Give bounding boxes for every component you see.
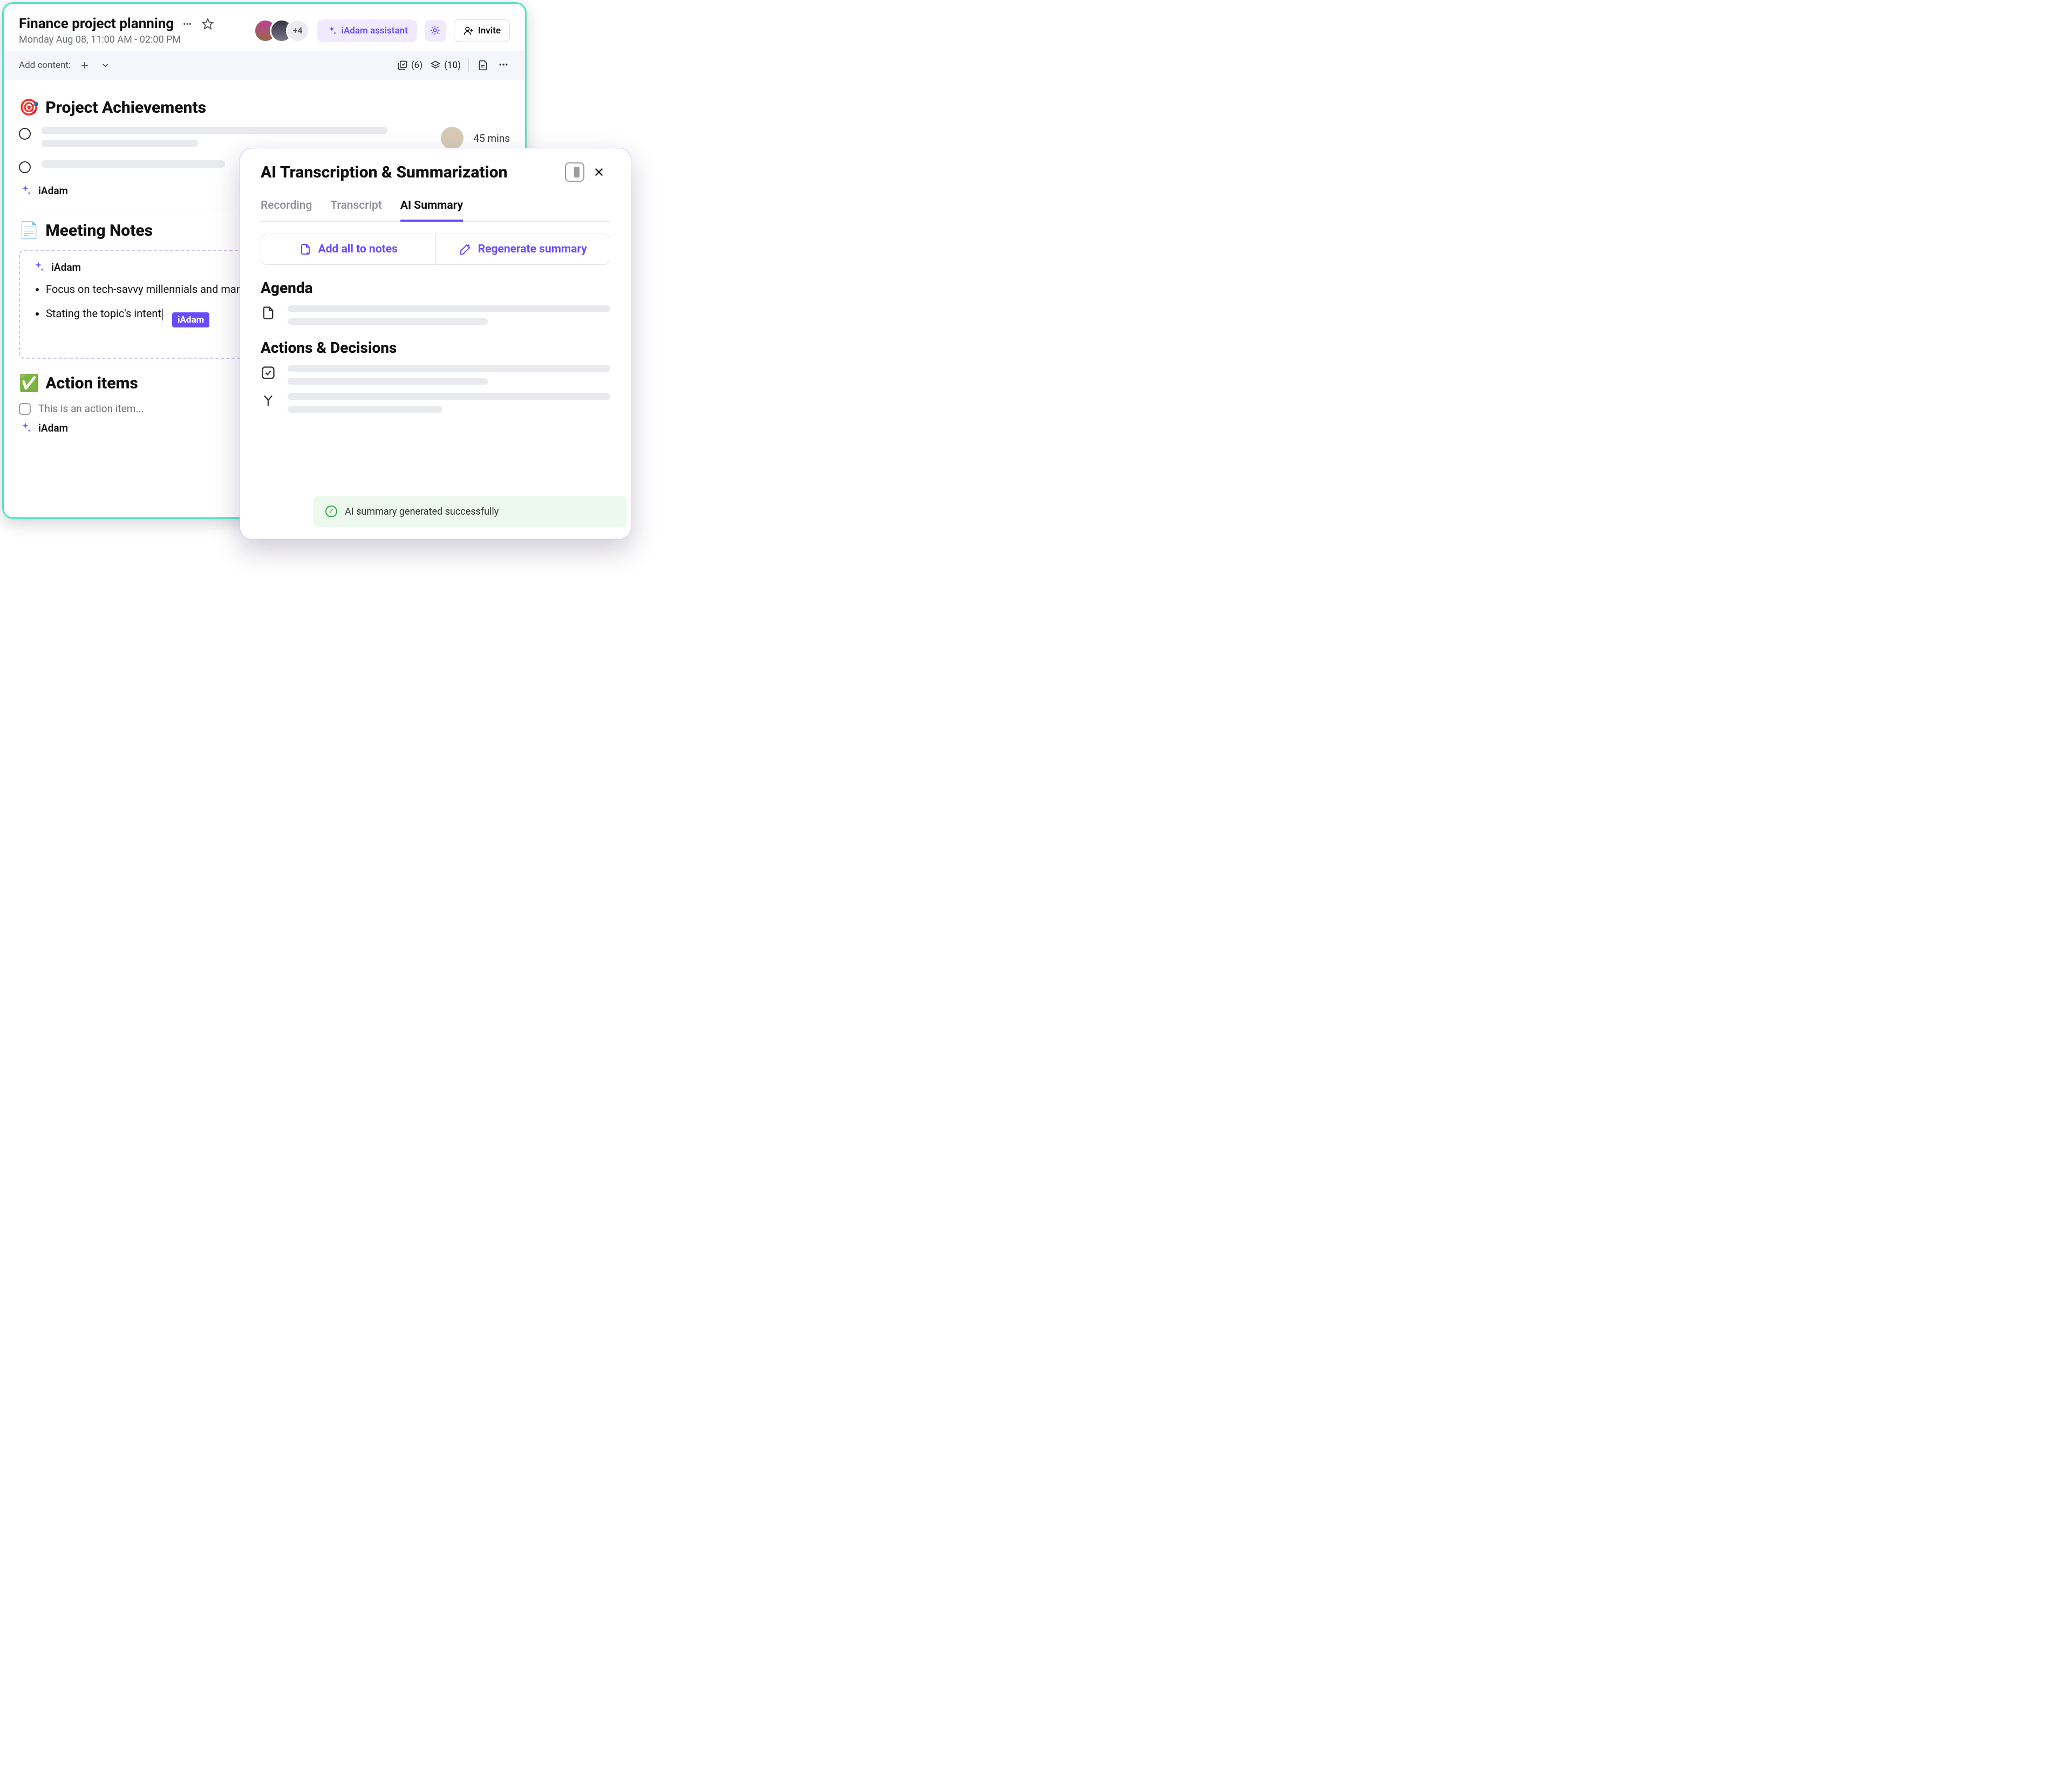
avatar[interactable]	[441, 127, 464, 149]
page-subtitle: Monday Aug 08, 11:00 AM - 02:00 PM	[19, 34, 246, 45]
radio-unchecked-icon[interactable]	[19, 128, 31, 140]
regenerate-summary-button[interactable]: Regenerate summary	[436, 234, 610, 264]
section-achievements-title: Project Achievements	[45, 98, 206, 117]
star-icon	[202, 18, 214, 30]
actions-decisions-heading: Actions & Decisions	[261, 339, 610, 357]
sparkle-icon	[19, 184, 32, 197]
iadam-label: iAdam	[38, 422, 68, 434]
panel-tabs: Recording Transcript AI Summary	[261, 195, 610, 222]
cards-count[interactable]: (6)	[397, 60, 422, 71]
regenerate-label: Regenerate summary	[478, 243, 587, 256]
assistant-button-label: iAdam assistant	[342, 25, 408, 36]
close-icon	[593, 166, 605, 178]
dots-icon: •••	[499, 60, 508, 71]
person-plus-icon	[463, 25, 474, 36]
check-emoji-icon: ✅	[19, 374, 39, 393]
tab-transcript[interactable]: Transcript	[330, 195, 381, 221]
cards-count-value: (6)	[411, 60, 422, 71]
notes-author: iAdam	[51, 261, 81, 274]
action-item-placeholder: This is an action item...	[38, 402, 144, 415]
inline-user-tag[interactable]: iAdam	[172, 312, 209, 327]
sparkle-icon	[32, 261, 45, 274]
gear-sparkle-icon	[430, 25, 441, 37]
plus-icon	[80, 60, 90, 70]
text-cursor	[162, 309, 163, 320]
more-menu-button[interactable]: •••	[180, 17, 194, 31]
agenda-item	[261, 305, 610, 325]
divider	[468, 58, 469, 72]
section-actions-title: Action items	[45, 374, 138, 393]
add-all-to-notes-button[interactable]: Add all to notes	[261, 234, 436, 264]
section-achievements-header: 🎯 Project Achievements	[19, 98, 510, 117]
add-content-button[interactable]	[78, 59, 91, 72]
checkbox-checked-icon	[261, 365, 276, 380]
participant-avatars[interactable]: +4	[254, 19, 310, 43]
layers-icon	[430, 60, 441, 71]
content-toolbar: Add content: (6) (10) •••	[4, 51, 525, 80]
duration-label: 45 mins	[473, 132, 510, 145]
cards-icon	[397, 60, 408, 71]
note-bullet-text: Stating the topic's intent	[46, 307, 161, 320]
checkbox-unchecked-icon[interactable]	[19, 403, 31, 415]
invite-button[interactable]: Invite	[454, 19, 510, 42]
decision-item	[261, 393, 610, 413]
tab-recording[interactable]: Recording	[261, 195, 312, 221]
page-title: Finance project planning	[19, 16, 174, 32]
panel-title: AI Transcription & Summarization	[261, 163, 556, 182]
ai-summary-panel: AI Transcription & Summarization Recordi…	[240, 148, 631, 539]
target-emoji-icon: 🎯	[19, 98, 39, 117]
sparkle-icon	[326, 25, 337, 36]
iadam-label: iAdam	[38, 184, 68, 197]
panel-header: AI Transcription & Summarization	[261, 162, 610, 182]
agenda-heading: Agenda	[261, 279, 610, 297]
header: Finance project planning ••• Monday Aug …	[4, 4, 525, 51]
close-button[interactable]	[593, 166, 610, 178]
add-content-label: Add content:	[19, 60, 71, 71]
avatar-more[interactable]: +4	[286, 19, 310, 43]
sidebar-toggle-button[interactable]	[565, 162, 584, 182]
favorite-button[interactable]	[201, 17, 215, 31]
file-plus-icon	[299, 243, 312, 256]
action-decision-item	[261, 365, 610, 385]
invite-button-label: Invite	[478, 25, 501, 36]
document-button[interactable]	[476, 59, 489, 72]
dots-icon: •••	[183, 19, 192, 29]
section-notes-title: Meeting Notes	[45, 221, 153, 240]
overflow-button[interactable]: •••	[497, 59, 510, 72]
placeholder-text	[42, 127, 397, 147]
radio-unchecked-icon[interactable]	[19, 161, 31, 173]
check-circle-icon: ✓	[325, 505, 337, 517]
page-emoji-icon: 📄	[19, 221, 39, 240]
branch-icon	[261, 393, 276, 408]
magic-wand-icon	[459, 243, 472, 256]
layers-count-value: (10)	[444, 60, 461, 71]
file-icon	[261, 305, 276, 320]
sparkle-icon	[19, 421, 32, 434]
sidebar-icon	[574, 167, 580, 177]
chevron-down-icon	[100, 60, 110, 70]
success-toast: ✓ AI summary generated successfully	[313, 496, 626, 527]
layers-count[interactable]: (10)	[430, 60, 461, 71]
toast-message: AI summary generated successfully	[345, 506, 499, 517]
tab-ai-summary[interactable]: AI Summary	[400, 195, 463, 222]
title-block: Finance project planning ••• Monday Aug …	[19, 16, 246, 45]
add-all-label: Add all to notes	[318, 243, 398, 256]
panel-action-buttons: Add all to notes Regenerate summary	[261, 234, 610, 265]
assistant-button[interactable]: iAdam assistant	[317, 19, 417, 42]
achievement-item[interactable]: 45 mins	[19, 127, 510, 149]
add-content-dropdown[interactable]	[99, 59, 112, 72]
settings-button[interactable]	[425, 20, 446, 42]
document-icon	[478, 59, 488, 71]
